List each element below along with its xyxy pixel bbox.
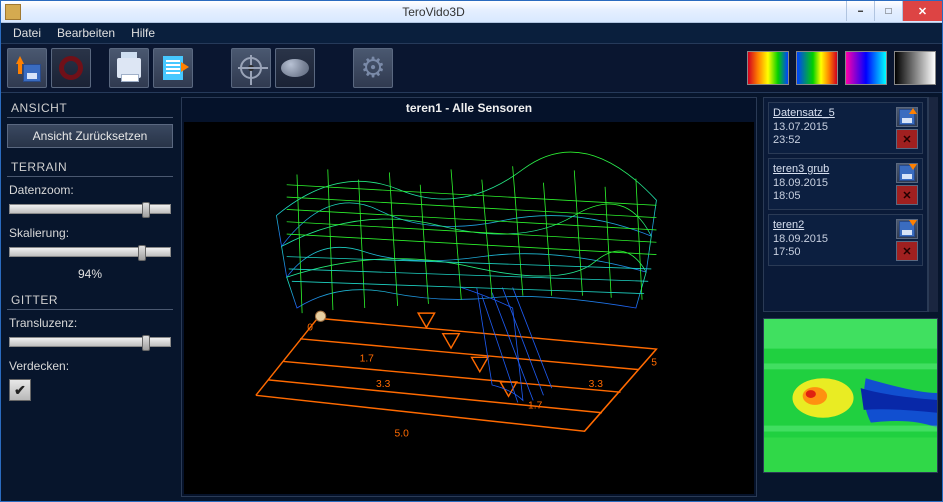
minimize-button[interactable] — [846, 1, 874, 21]
colormap-cool[interactable] — [845, 51, 887, 85]
menubar: Datei Bearbeiten Hilfe — [1, 23, 942, 43]
dataset-item[interactable]: teren3 grub 18.09.201518:05 ✕ — [768, 158, 923, 210]
right-panel: Datensatz_5 13.07.201523:52 ✕ teren3 gru… — [763, 97, 938, 497]
menu-file[interactable]: Datei — [5, 24, 49, 42]
colormap-rainbow[interactable] — [747, 51, 789, 85]
reset-view-button[interactable]: Ansicht Zurücksetzen — [7, 124, 173, 148]
terrain-3d-plot: 1.7 3.3 5.0 1.7 3.3 5 0 — [184, 122, 754, 494]
print-button[interactable] — [109, 48, 149, 88]
skalierung-label: Skalierung: — [7, 226, 173, 240]
target-button[interactable] — [231, 48, 271, 88]
colormap-rainbow-rev[interactable] — [796, 51, 838, 85]
save-up-icon — [13, 54, 41, 82]
disk-icon — [899, 165, 915, 181]
content-area: ANSICHT Ansicht Zurücksetzen TERRAIN Dat… — [1, 93, 942, 501]
globe-icon — [281, 59, 309, 77]
record-icon — [59, 56, 83, 80]
dataset-scrollbar[interactable] — [928, 97, 938, 312]
grid-tick-y3: 5 — [651, 358, 657, 369]
menu-edit[interactable]: Bearbeiten — [49, 24, 123, 42]
grid-tick-x2: 3.3 — [376, 379, 391, 390]
crosshair-icon — [240, 57, 262, 79]
titlebar[interactable]: TeroVido3D — [1, 1, 942, 23]
dataset-date: 18.09.201518:05 — [773, 177, 892, 203]
skalierung-value: 94% — [7, 267, 173, 281]
ansicht-section-label: ANSICHT — [7, 99, 173, 118]
save-up-button[interactable] — [7, 48, 47, 88]
printer-icon — [117, 58, 141, 78]
dataset-delete-button[interactable]: ✕ — [896, 129, 918, 149]
dataset-item[interactable]: Datensatz_5 13.07.201523:52 ✕ — [768, 102, 923, 154]
grid-tick-y2: 3.3 — [589, 379, 604, 390]
app-window: TeroVido3D Datei Bearbeiten Hilfe ⚙ — [0, 0, 943, 502]
datenzoom-label: Datenzoom: — [7, 183, 173, 197]
dataset-date: 13.07.201523:52 — [773, 121, 892, 147]
verdecken-checkbox[interactable] — [9, 379, 31, 401]
view-canvas[interactable]: 1.7 3.3 5.0 1.7 3.3 5 0 — [184, 122, 754, 494]
grid-origin-label: 0 — [307, 323, 313, 334]
menu-help[interactable]: Hilfe — [123, 24, 163, 42]
left-sidebar: ANSICHT Ansicht Zurücksetzen TERRAIN Dat… — [5, 97, 175, 497]
heatmap-preview[interactable] — [763, 318, 938, 473]
view-title: teren1 - Alle Sensoren — [182, 98, 756, 120]
disk-icon — [899, 221, 915, 237]
transluzenz-slider[interactable] — [9, 337, 171, 347]
skalierung-slider[interactable] — [9, 247, 171, 257]
colormap-gray[interactable] — [894, 51, 936, 85]
grid-tick-y1: 1.7 — [528, 401, 543, 412]
dataset-save-button[interactable] — [896, 107, 918, 127]
settings-button[interactable]: ⚙ — [353, 48, 393, 88]
grid-tick-x3: 5.0 — [395, 428, 410, 439]
heatmap-icon — [764, 319, 937, 472]
dataset-delete-button[interactable]: ✕ — [896, 185, 918, 205]
transluzenz-label: Transluzenz: — [7, 316, 173, 330]
dataset-save-button[interactable] — [896, 163, 918, 183]
document-icon — [163, 56, 183, 80]
maximize-button[interactable] — [874, 1, 902, 21]
record-button[interactable] — [51, 48, 91, 88]
gear-icon: ⚙ — [360, 54, 385, 82]
dataset-item[interactable]: teren2 18.09.201517:50 ✕ — [768, 214, 923, 266]
gitter-section-label: GITTER — [7, 291, 173, 310]
dataset-list: Datensatz_5 13.07.201523:52 ✕ teren3 gru… — [763, 97, 928, 312]
dataset-delete-button[interactable]: ✕ — [896, 241, 918, 261]
dataset-date: 18.09.201517:50 — [773, 233, 892, 259]
toolbar: ⚙ — [1, 43, 942, 93]
dataset-save-button[interactable] — [896, 219, 918, 239]
close-button[interactable] — [902, 1, 942, 21]
dataset-name: teren2 — [773, 219, 892, 231]
grid-tick-x1: 1.7 — [360, 353, 375, 364]
window-title: TeroVido3D — [21, 5, 846, 19]
app-body: Datei Bearbeiten Hilfe ⚙ ANSICHT Ansic — [1, 23, 942, 501]
dataset-name: teren3 grub — [773, 163, 892, 175]
terrain-section-label: TERRAIN — [7, 158, 173, 177]
window-controls — [846, 1, 942, 22]
datenzoom-slider[interactable] — [9, 204, 171, 214]
main-3d-view: teren1 - Alle Sensoren — [181, 97, 757, 497]
export-doc-button[interactable] — [153, 48, 193, 88]
globe-button[interactable] — [275, 48, 315, 88]
app-icon — [5, 4, 21, 20]
disk-icon — [899, 109, 915, 125]
dataset-name: Datensatz_5 — [773, 107, 892, 119]
verdecken-label: Verdecken: — [7, 359, 173, 373]
